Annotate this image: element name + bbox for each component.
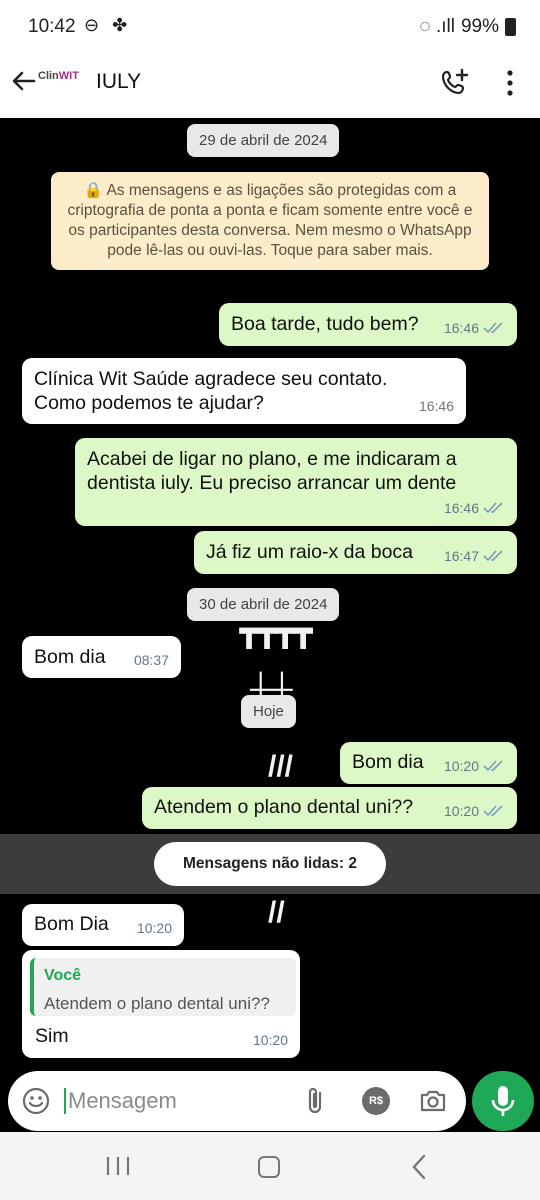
message-time: 08:37 — [133, 652, 169, 668]
signal-icon: ◌ .ıll — [419, 16, 455, 37]
composer-bar: Mensagem R$ — [0, 1070, 540, 1132]
back-arrow-icon[interactable] — [8, 66, 38, 96]
wallpaper-doodle: /// — [268, 750, 294, 783]
outgoing-message[interactable]: Bom dia 10:20 — [340, 742, 517, 784]
status-right: ◌ .ıll 99% — [419, 16, 516, 38]
contact-name[interactable]: IULY — [96, 70, 141, 94]
message-text: Clínica Wit Saúde agradece seu contato. … — [34, 368, 388, 414]
message-meta: 16:47 — [444, 544, 505, 568]
encryption-notice[interactable]: 🔒 As mensagens e as ligações são protegi… — [51, 172, 489, 270]
message-meta: 10:20 — [253, 1028, 288, 1052]
battery-level: 99% — [460, 16, 499, 37]
status-bar: 10:42 ⊖ ✤ ◌ .ıll 99% — [0, 0, 540, 56]
message-meta: 16:46 — [419, 394, 454, 418]
message-meta: 10:20 — [444, 754, 505, 778]
message-meta: 10:20 — [137, 916, 172, 940]
quoted-message[interactable]: Você Atendem o plano dental uni?? — [30, 958, 296, 1016]
quoted-text: Atendem o plano dental uni?? — [44, 994, 270, 1013]
message-time: 16:46 — [443, 500, 479, 516]
date-separator: Hoje — [241, 695, 296, 728]
message-text: Bom dia — [34, 646, 106, 668]
incoming-message[interactable]: Bom Dia 10:20 — [22, 904, 184, 946]
recents-icon[interactable] — [104, 1156, 132, 1176]
payment-icon[interactable]: R$ — [362, 1087, 390, 1115]
date-separator: 30 de abril de 2024 — [187, 588, 340, 621]
incoming-message[interactable]: Clínica Wit Saúde agradece seu contato. … — [22, 358, 466, 424]
message-meta: 10:20 — [444, 799, 505, 823]
message-text: Sim — [35, 1025, 69, 1047]
unread-messages-badge: Mensagens não lidas: 2 — [154, 842, 386, 886]
date-separator: 29 de abril de 2024 — [187, 124, 340, 157]
message-input-container[interactable]: Mensagem R$ — [8, 1071, 466, 1131]
incoming-reply-message[interactable]: Você Atendem o plano dental uni?? Sim 10… — [22, 950, 300, 1058]
message-time: 16:46 — [443, 320, 479, 336]
message-text: Boa tarde, tudo bem? — [231, 313, 419, 335]
more-options-icon[interactable] — [500, 68, 520, 98]
camera-icon[interactable] — [418, 1086, 448, 1116]
logo-text: Clin — [38, 70, 59, 82]
read-ticks-icon — [483, 760, 503, 772]
chat-area[interactable]: ┳┳┳┳ ┼┼ /// // 29 de abril de 2024 🔒 As … — [0, 118, 540, 1070]
message-text: Bom dia — [352, 751, 424, 773]
notification-icons: ⊖ ✤ — [84, 15, 132, 35]
message-time: 10:20 — [443, 758, 479, 774]
logo-accent: WIT — [58, 70, 79, 82]
read-ticks-icon — [483, 322, 503, 334]
message-time: 10:20 — [136, 920, 172, 936]
attachment-icon[interactable] — [304, 1085, 328, 1117]
message-text: Atendem o plano dental uni?? — [154, 796, 414, 818]
message-text: Bom Dia — [34, 913, 109, 935]
read-ticks-icon — [483, 805, 503, 817]
message-text: Acabei de ligar no plano, e me indicaram… — [87, 448, 457, 494]
message-text: Já fiz um raio-x da boca — [206, 541, 414, 563]
nav-back-icon[interactable] — [408, 1154, 430, 1180]
home-icon[interactable] — [258, 1156, 280, 1178]
message-time: 16:47 — [443, 548, 479, 564]
outgoing-message[interactable]: Boa tarde, tudo bem? 16:46 — [219, 303, 517, 346]
incoming-message[interactable]: Bom dia 08:37 — [22, 636, 181, 678]
outgoing-message[interactable]: Já fiz um raio-x da boca 16:47 — [194, 531, 517, 574]
read-ticks-icon — [483, 550, 503, 562]
emoji-icon[interactable] — [22, 1087, 50, 1115]
outgoing-message[interactable]: Atendem o plano dental uni?? 10:20 — [142, 787, 517, 829]
system-nav-bar — [0, 1132, 540, 1200]
contact-avatar-logo[interactable]: ClinWIT — [38, 70, 79, 82]
clock: 10:42 — [28, 16, 76, 37]
voice-message-button[interactable] — [472, 1071, 534, 1131]
wallpaper-doodle: // — [268, 896, 285, 929]
chat-header: ClinWIT IULY — [0, 56, 540, 118]
add-call-icon[interactable] — [440, 68, 470, 98]
outgoing-message[interactable]: Acabei de ligar no plano, e me indicaram… — [75, 438, 517, 526]
message-time: 10:20 — [252, 1032, 288, 1048]
message-input[interactable]: Mensagem — [64, 1088, 177, 1114]
microphone-icon — [491, 1086, 515, 1116]
battery-icon — [505, 18, 516, 36]
message-time: 16:46 — [418, 398, 454, 414]
quoted-author: Você — [44, 967, 82, 984]
message-meta: 08:37 — [134, 648, 169, 672]
message-meta: 16:46 — [444, 316, 505, 340]
message-time: 10:20 — [443, 803, 479, 819]
message-meta: 16:46 — [444, 496, 505, 520]
read-ticks-icon — [483, 502, 503, 514]
